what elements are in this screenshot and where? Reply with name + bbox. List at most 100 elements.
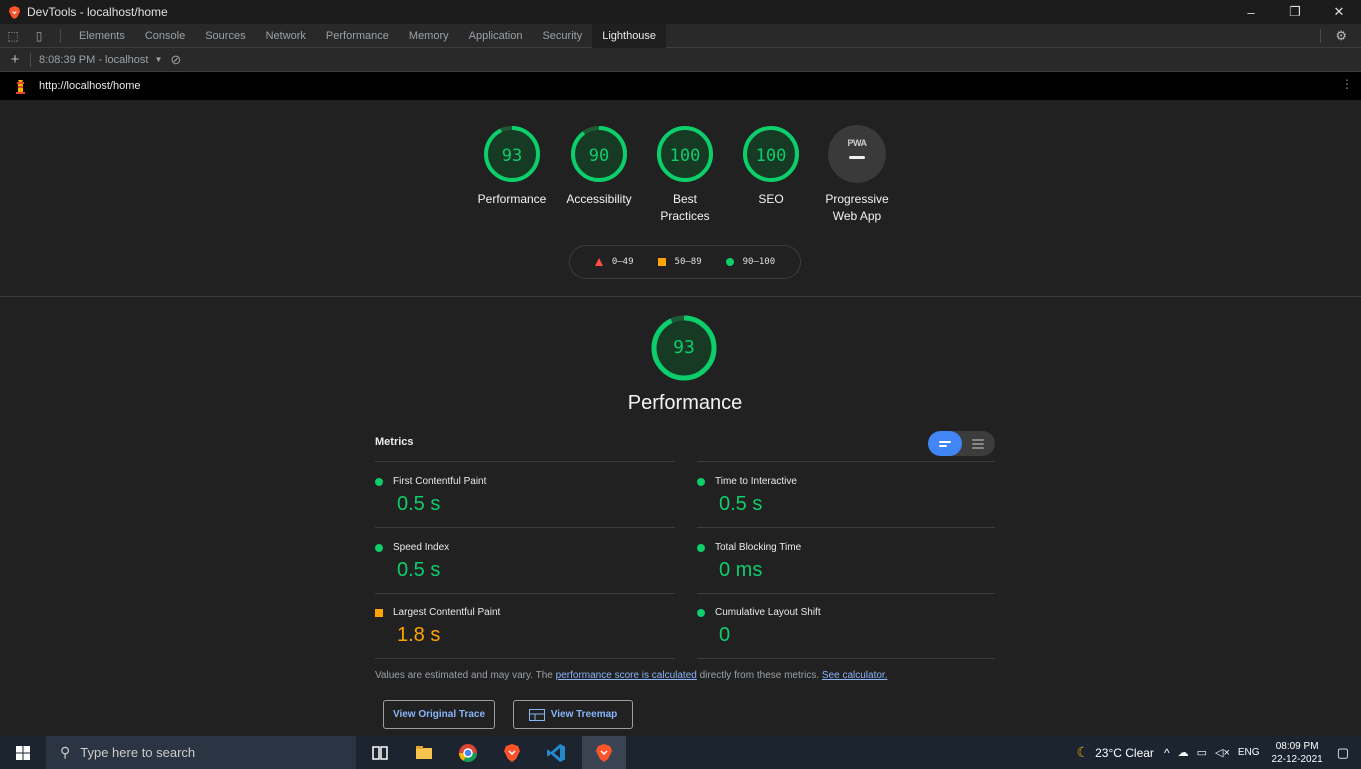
pass-circle-icon	[697, 543, 705, 552]
window-title: DevTools - localhost/home	[27, 5, 168, 19]
pass-circle-icon	[375, 543, 383, 552]
tab-lighthouse[interactable]: Lighthouse	[592, 23, 667, 48]
metric-total-blocking-time: Total Blocking Time 0 ms	[697, 542, 997, 582]
metrics-note: Values are estimated and may vary. The p…	[375, 670, 887, 681]
tab-application[interactable]: Application	[459, 24, 533, 48]
volume-icon[interactable]: ◁×	[1215, 746, 1230, 759]
gauge-score: 90	[588, 146, 610, 166]
taskbar-search-box[interactable]: ⚲ Type here to search	[46, 736, 356, 769]
notifications-icon[interactable]: ▢	[1337, 745, 1349, 761]
lighthouse-report: 93 Performance 90 Accessibility 100 Best…	[0, 100, 1361, 736]
chevron-up-icon[interactable]: ^	[1164, 746, 1170, 760]
gauge-score: 100	[755, 146, 787, 166]
clock[interactable]: 08:09 PM 22-12-2021	[1272, 740, 1323, 766]
metric-name: First Contentful Paint	[393, 476, 487, 487]
search-icon: ⚲	[60, 744, 71, 760]
performance-score: 93	[673, 337, 695, 358]
legend-pass-range: 90–100	[742, 257, 776, 267]
metric-speed-index: Speed Index 0.5 s	[375, 542, 675, 582]
gauge-seo[interactable]: 100 SEO	[726, 125, 816, 208]
pass-circle-icon	[697, 608, 705, 617]
metric-name: Largest Contentful Paint	[393, 607, 501, 618]
legend-average-range: 50–89	[674, 257, 702, 267]
device-toolbar-icon[interactable]: ▯	[26, 29, 52, 43]
tab-network[interactable]: Network	[256, 24, 316, 48]
tab-performance[interactable]: Performance	[316, 24, 399, 48]
metric-cumulative-layout-shift: Cumulative Layout Shift 0	[697, 607, 997, 647]
score-legend: 0–49 50–89 90–100	[569, 245, 801, 279]
view-original-trace-button[interactable]: View Original Trace	[383, 700, 495, 729]
tab-sources[interactable]: Sources	[195, 24, 255, 48]
view-summary-icon[interactable]	[928, 431, 962, 456]
weather-text[interactable]: 23°C Clear	[1095, 746, 1154, 760]
inspect-element-icon[interactable]: ⬚	[0, 29, 26, 43]
language-indicator[interactable]: ENG	[1238, 747, 1260, 758]
gauge-accessibility[interactable]: 90 Accessibility	[554, 125, 644, 208]
tab-memory[interactable]: Memory	[399, 24, 459, 48]
metric-time-to-interactive: Time to Interactive 0.5 s	[697, 476, 997, 516]
more-options-icon[interactable]: ⋮	[1341, 77, 1353, 91]
performance-title: Performance	[627, 392, 743, 414]
see-calculator-link[interactable]: See calculator.	[822, 670, 888, 681]
gauge-best-practices[interactable]: 100 Best Practices	[640, 125, 730, 225]
window-controls: – ❐ ✕	[1229, 0, 1361, 24]
metric-divider	[375, 527, 675, 528]
plus-icon[interactable]: +	[0, 51, 30, 68]
gauge-pwa[interactable]: PWA Progressive Web App	[812, 125, 902, 225]
windows-taskbar: ⚲ Type here to search ☾ 23°C Clear ^ ☁ ▭…	[0, 736, 1361, 769]
metric-value: 0 ms	[719, 559, 763, 581]
section-divider	[0, 296, 1361, 297]
metric-name: Speed Index	[393, 542, 450, 553]
circle-icon	[725, 258, 734, 266]
windows-start-icon[interactable]	[0, 745, 46, 760]
gauge-label: SEO	[758, 192, 784, 206]
tab-security[interactable]: Security	[532, 24, 592, 48]
lighthouse-icon	[16, 79, 25, 94]
minimize-icon[interactable]: –	[1229, 5, 1273, 20]
battery-icon[interactable]: ▭	[1197, 746, 1207, 759]
tab-console[interactable]: Console	[135, 24, 195, 48]
caret-down-icon[interactable]: ▼	[154, 55, 162, 64]
vscode-icon[interactable]	[546, 743, 566, 763]
metric-value: 0.5 s	[397, 493, 441, 515]
view-treemap-button[interactable]: View Treemap	[513, 700, 633, 729]
report-url-bar: http://localhost/home ⋮	[0, 72, 1361, 100]
moon-icon: ☾	[1076, 744, 1090, 760]
metric-value: 0.5 s	[397, 559, 441, 581]
metric-first-contentful-paint: First Contentful Paint 0.5 s	[375, 476, 675, 516]
legend-pass: 90–100	[725, 257, 776, 267]
clock-date: 22-12-2021	[1271, 753, 1323, 765]
gauge-performance[interactable]: 93 Performance	[467, 125, 557, 208]
taskbar-search-placeholder: Type here to search	[80, 745, 196, 760]
chrome-icon[interactable]	[458, 743, 478, 763]
report-selector[interactable]: 8:08:39 PM - localhost	[39, 54, 148, 66]
task-view-icon[interactable]	[370, 743, 390, 763]
metrics-view-toggle[interactable]	[928, 431, 995, 456]
pwa-dash-icon	[849, 156, 865, 159]
gear-icon[interactable]: ⚙	[1335, 28, 1347, 44]
close-icon[interactable]: ✕	[1317, 4, 1361, 20]
toolbar-divider	[30, 52, 31, 67]
note-text: Values are estimated and may vary. The	[375, 670, 556, 681]
gauge-label: Best Practices	[660, 192, 710, 223]
pass-circle-icon	[697, 477, 705, 486]
button-label: View Original Trace	[392, 709, 486, 720]
report-url: http://localhost/home	[39, 80, 141, 92]
clear-icon[interactable]: ⊘	[170, 52, 181, 68]
window-titlebar: DevTools - localhost/home – ❐ ✕	[0, 0, 1361, 24]
score-calculated-link[interactable]: performance score is calculated	[556, 670, 697, 681]
devtools-tabbar: ⬚ ▯ Elements Console Sources Network Per…	[0, 23, 1361, 48]
metric-divider	[375, 658, 675, 659]
file-explorer-icon[interactable]	[414, 743, 434, 763]
tab-elements[interactable]: Elements	[69, 24, 135, 48]
metric-divider	[697, 461, 995, 462]
network-icon[interactable]: ☁	[1178, 746, 1189, 759]
brave-icon[interactable]	[502, 743, 522, 763]
button-label: View Treemap	[550, 709, 618, 720]
restore-icon[interactable]: ❐	[1273, 4, 1317, 20]
metric-divider	[375, 593, 675, 594]
view-expanded-icon[interactable]	[962, 431, 996, 456]
treemap-icon	[528, 708, 545, 721]
brave-icon[interactable]	[594, 743, 614, 763]
lighthouse-toolbar: + 8:08:39 PM - localhost ▼ ⊘	[0, 48, 1361, 72]
